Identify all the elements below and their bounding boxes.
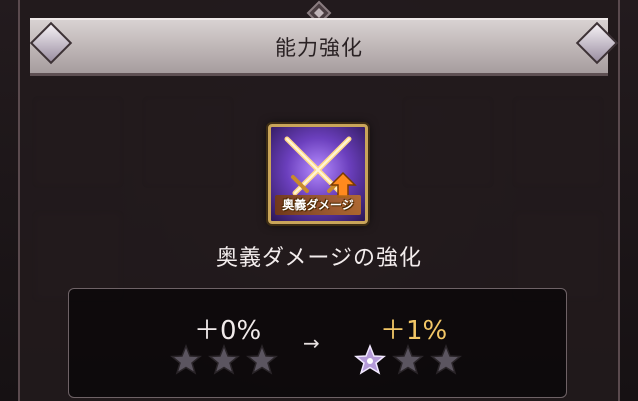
next-star-rating xyxy=(354,344,462,376)
skill-icon-label: 奥義ダメージ xyxy=(275,195,361,215)
skill-icon: 奥義ダメージ xyxy=(268,124,368,224)
dialog-title: 能力強化 xyxy=(275,35,363,60)
dialog-header: 能力強化 xyxy=(30,18,608,76)
star-empty-icon xyxy=(430,344,462,375)
skill-name: 奥義ダメージの強化 xyxy=(216,246,422,271)
current-value: ＋0% xyxy=(194,316,262,346)
star-empty-icon xyxy=(208,344,240,375)
current-star-rating xyxy=(170,344,278,376)
arrow-icon: → xyxy=(303,331,320,355)
star-filled-icon xyxy=(354,344,386,375)
up-arrow-icon xyxy=(329,171,357,198)
star-empty-icon xyxy=(246,344,278,375)
star-empty-icon xyxy=(170,344,202,375)
star-empty-icon xyxy=(392,344,424,375)
next-value: ＋1% xyxy=(380,316,448,346)
